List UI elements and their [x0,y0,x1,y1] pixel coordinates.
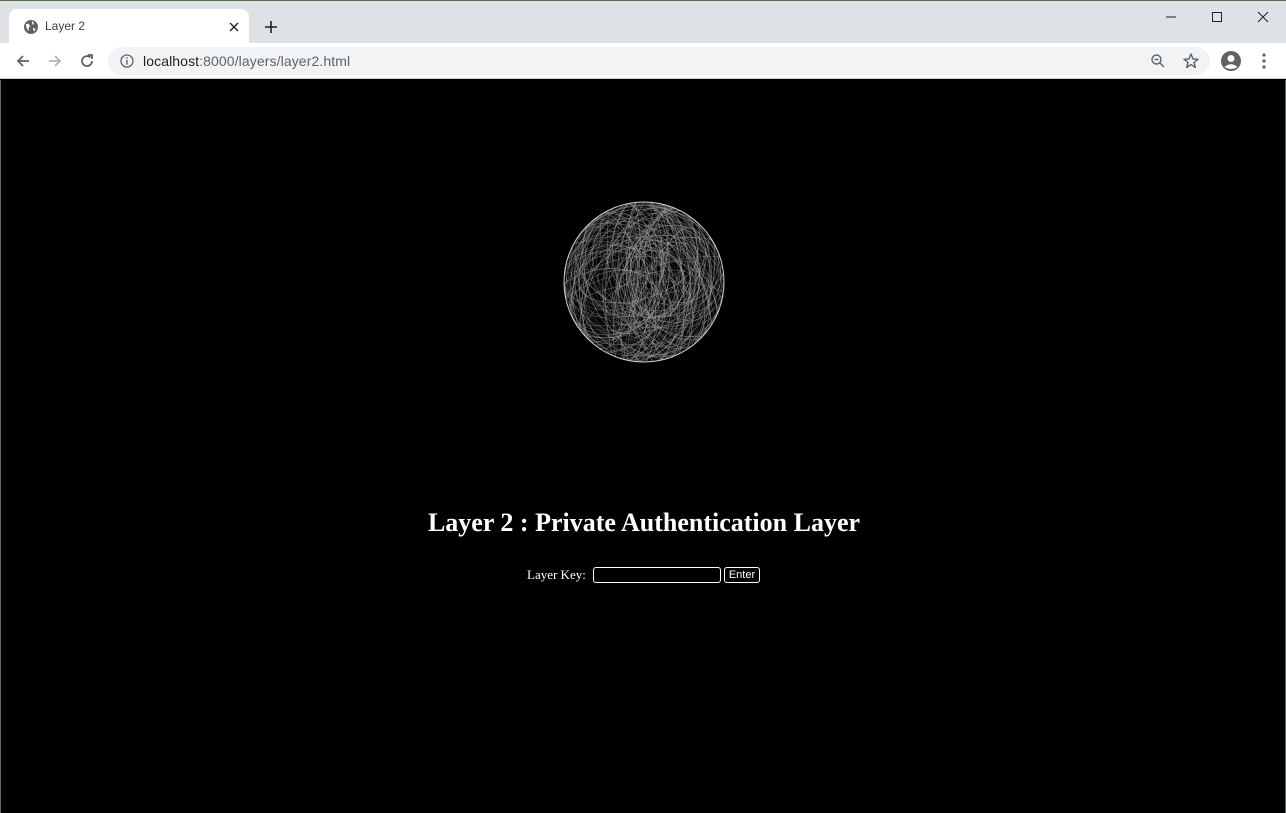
close-icon[interactable] [226,19,242,35]
globe-icon [23,19,39,35]
browser-titlebar: Layer 2 [0,0,1286,44]
url-text: localhost:8000/layers/layer2.html [143,53,350,69]
maximize-icon[interactable] [1194,1,1240,33]
enter-button[interactable]: Enter [723,567,761,583]
window-close-icon[interactable] [1240,1,1286,33]
layer-key-label: Layer Key: [527,567,586,582]
browser-tab[interactable]: Layer 2 [9,9,249,44]
page-title: Layer 2 : Private Authentication Layer [427,508,861,537]
page-content: Layer 2 : Private Authentication Layer L… [0,80,1286,813]
url-host: localhost [143,53,200,69]
tab-title: Layer 2 [45,19,86,33]
profile-icon[interactable] [1220,50,1242,72]
minimize-icon[interactable] [1148,1,1194,33]
address-bar[interactable]: localhost:8000/layers/layer2.html [108,47,1210,75]
browser-toolbar: localhost:8000/layers/layer2.html [0,43,1286,79]
zoom-out-icon[interactable] [1150,53,1166,69]
layer-key-input[interactable] [592,567,721,583]
back-icon[interactable] [11,49,35,73]
layer-key-form: Layer Key: Enter [527,565,761,585]
plus-icon[interactable] [261,17,281,37]
wireframe-sphere-graphic [563,201,725,363]
forward-icon[interactable] [43,49,67,73]
star-icon[interactable] [1182,52,1200,70]
menu-icon[interactable] [1254,50,1274,72]
reload-icon[interactable] [75,49,99,73]
info-icon[interactable] [119,53,135,69]
url-path: :8000/layers/layer2.html [199,53,351,69]
